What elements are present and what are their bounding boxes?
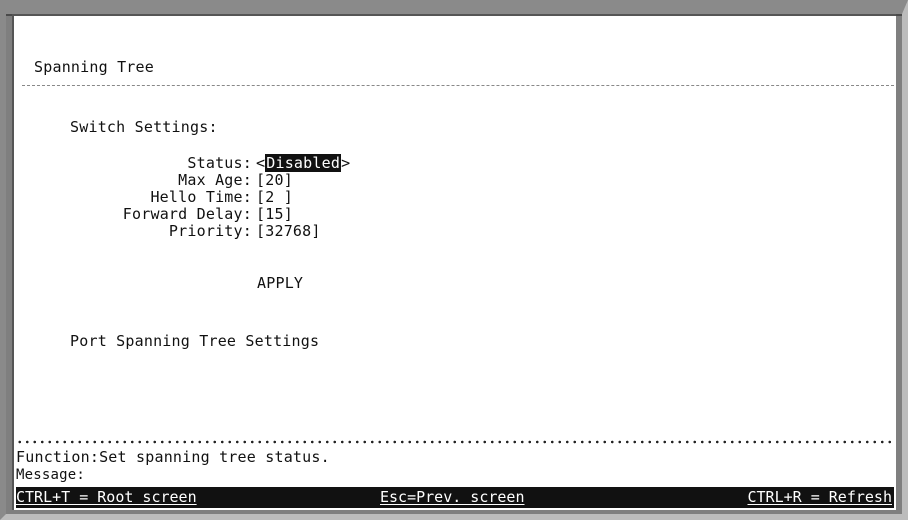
max-age-label: Max Age:: [178, 171, 252, 189]
priority-value[interactable]: 32768: [265, 222, 311, 240]
root-screen-hotkey[interactable]: CTRL+T = Root screen: [16, 488, 197, 507]
priority-field[interactable]: [32768]: [256, 222, 321, 240]
hello-time-label: Hello Time:: [150, 188, 252, 206]
apply-button[interactable]: APPLY: [257, 274, 303, 292]
hotkey-bar: CTRL+T = Root screen Esc=Prev. screen CT…: [16, 487, 894, 508]
switch-settings-heading: Switch Settings:: [70, 118, 218, 136]
status-value[interactable]: Disabled: [265, 154, 342, 172]
title-divider: [22, 85, 894, 86]
hello-time-field[interactable]: [2 ]: [256, 188, 293, 206]
terminal-screen: Spanning Tree Switch Settings: Status: <…: [12, 14, 896, 510]
status-divider: [16, 440, 894, 444]
max-age-field[interactable]: [20]: [256, 171, 293, 189]
max-age-value[interactable]: 20: [265, 171, 283, 189]
status-label: Status:: [187, 154, 252, 172]
refresh-hotkey[interactable]: CTRL+R = Refresh: [748, 488, 893, 507]
forward-delay-field[interactable]: [15]: [256, 205, 293, 223]
forward-delay-value[interactable]: 15: [265, 205, 283, 223]
forward-delay-label: Forward Delay:: [122, 205, 252, 223]
message-label: Message:: [16, 467, 86, 483]
function-text: Function:Set spanning tree status.: [16, 448, 330, 466]
priority-label: Priority:: [168, 222, 252, 240]
status-field[interactable]: <Disabled>: [256, 154, 350, 172]
hello-time-value[interactable]: 2: [265, 188, 283, 206]
port-spanning-tree-settings-link[interactable]: Port Spanning Tree Settings: [70, 332, 319, 350]
screen-title: Spanning Tree: [34, 58, 154, 76]
prev-screen-hotkey[interactable]: Esc=Prev. screen: [380, 488, 525, 507]
